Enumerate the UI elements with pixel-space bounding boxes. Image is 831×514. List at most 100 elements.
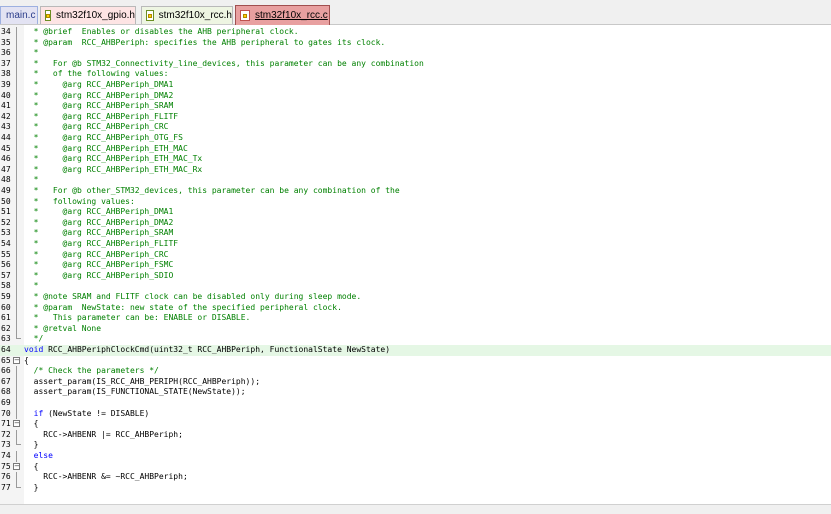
fold-guide-line [16, 101, 17, 112]
fold-guide-line [16, 217, 17, 229]
code-line[interactable]: 55 * @arg RCC_AHBPeriph_CRC [0, 249, 831, 261]
code-text: */ [24, 334, 44, 345]
code-line[interactable]: 50 * following values: [0, 196, 831, 208]
code-line[interactable]: 62 * @retval None [0, 323, 831, 335]
header-file-icon [146, 10, 154, 21]
code-text: if (NewState != DISABLE) [24, 408, 150, 420]
code-content: */ [24, 334, 44, 344]
code-line[interactable]: 43 * @arg RCC_AHBPeriph_CRC [0, 122, 831, 133]
line-number: 73 [1, 440, 11, 450]
code-line[interactable]: 75− { [0, 462, 831, 473]
line-number: 53 [1, 228, 11, 238]
code-text: assert_param(IS_RCC_AHB_PERIPH(RCC_AHBPe… [24, 377, 260, 388]
line-number: 70 [1, 408, 11, 418]
code-text: RCC->AHBENR |= RCC_AHBPeriph; [24, 430, 183, 441]
code-line[interactable]: 52 * @arg RCC_AHBPeriph_DMA2 [0, 217, 831, 229]
tab-main-c[interactable]: main.c [0, 6, 38, 24]
code-line[interactable]: 34 * @brief Enables or disables the AHB … [0, 27, 831, 38]
code-line[interactable]: 40 * @arg RCC_AHBPeriph_DMA2 [0, 90, 831, 102]
code-line[interactable]: 36 * [0, 48, 831, 59]
code-line[interactable]: 74 else [0, 451, 831, 462]
fold-guide-line [16, 313, 17, 324]
code-text: * @arg RCC_AHBPeriph_DMA1 [24, 80, 174, 91]
code-content: (NewState != DISABLE) [43, 408, 150, 418]
code-text: } [24, 440, 39, 451]
code-line[interactable]: 45 * @arg RCC_AHBPeriph_ETH_MAC [0, 143, 831, 155]
code-line[interactable]: 68 assert_param(IS_FUNCTIONAL_STATE(NewS… [0, 387, 831, 398]
fold-toggle-icon[interactable]: − [13, 420, 20, 428]
line-number: 61 [1, 313, 11, 323]
code-line[interactable]: 41 * @arg RCC_AHBPeriph_SRAM [0, 101, 831, 112]
code-line[interactable]: 70 if (NewState != DISABLE) [0, 408, 831, 420]
code-line[interactable]: 66 /* Check the parameters */ [0, 366, 831, 377]
code-line[interactable]: 61 * This parameter can be: ENABLE or DI… [0, 313, 831, 324]
code-line[interactable]: 48 * [0, 175, 831, 186]
code-content: { [24, 355, 29, 365]
line-number: 39 [1, 80, 11, 89]
code-content: * @arg RCC_AHBPeriph_FLITF [24, 111, 179, 121]
code-content: assert_param(IS_FUNCTIONAL_STATE(NewStat… [24, 387, 246, 397]
code-line[interactable]: 73 } [0, 440, 831, 451]
code-line[interactable]: 69 [0, 398, 831, 409]
code-line[interactable]: 47 * @arg RCC_AHBPeriph_ETH_MAC_Rx [0, 164, 831, 176]
code-line[interactable]: 42 * @arg RCC_AHBPeriph_FLITF [0, 111, 831, 123]
code-text: { [24, 462, 39, 473]
tab-stm32f10x-gpio-h[interactable]: stm32f10x_gpio.h [40, 6, 136, 24]
code-line[interactable]: 58 * [0, 281, 831, 292]
fold-guide-line [16, 366, 17, 377]
line-number: 59 [1, 292, 11, 301]
fold-guide-line [16, 408, 17, 420]
code-line[interactable]: 65−{ [0, 356, 831, 367]
code-content: * [24, 281, 39, 291]
code-line[interactable]: 56 * @arg RCC_AHBPeriph_FSMC [0, 260, 831, 271]
code-text: * @arg RCC_AHBPeriph_DMA2 [24, 90, 174, 102]
fold-guide-line [16, 122, 17, 133]
code-line[interactable]: 54 * @arg RCC_AHBPeriph_FLITF [0, 239, 831, 250]
code-line[interactable]: 60 * @param NewState: new state of the s… [0, 302, 831, 314]
fold-guide-line [16, 186, 17, 197]
fold-guide-line [16, 302, 17, 314]
code-line[interactable]: 77 } [0, 482, 831, 494]
code-text: * following values: [24, 197, 135, 208]
tab-stm32f10x-rcc-h[interactable]: stm32f10x_rcc.h [141, 6, 233, 24]
line-number: 56 [1, 260, 11, 270]
code-content: { [24, 419, 39, 429]
line-number: 62 [1, 323, 11, 333]
code-line[interactable]: 38 * of the following values: [0, 69, 831, 80]
code-line[interactable]: 39 * @arg RCC_AHBPeriph_DMA1 [0, 80, 831, 91]
code-line[interactable]: 72 RCC->AHBENR |= RCC_AHBPeriph; [0, 429, 831, 441]
fold-guide-line [16, 398, 17, 409]
code-editor[interactable]: 34 * @brief Enables or disables the AHB … [0, 25, 831, 514]
code-line[interactable]: 49 * For @b other_STM32_devices, this pa… [0, 186, 831, 197]
code-line[interactable]: 71− { [0, 419, 831, 430]
code-line[interactable]: 51 * @arg RCC_AHBPeriph_DMA1 [0, 207, 831, 218]
code-text: { [24, 356, 29, 367]
code-text: * @arg RCC_AHBPeriph_ETH_MAC [24, 144, 188, 155]
code-line[interactable]: 35 * @param RCC_AHBPeriph: specifies the… [0, 37, 831, 49]
code-line[interactable]: 63 */ [0, 334, 831, 345]
code-line[interactable]: 53 * @arg RCC_AHBPeriph_SRAM [0, 228, 831, 239]
code-line[interactable]: 44 * @arg RCC_AHBPeriph_OTG_FS [0, 133, 831, 144]
code-line[interactable]: 59 * @note SRAM and FLITF clock can be d… [0, 292, 831, 303]
fold-guide-line [16, 80, 17, 91]
code-line[interactable]: 64 void RCC_AHBPeriphClockCmd(uint32_t RC… [0, 345, 831, 356]
code-content: * @arg RCC_AHBPeriph_FLITF [24, 239, 179, 248]
code-text: * @arg RCC_AHBPeriph_FSMC [24, 260, 174, 271]
horizontal-scrollbar[interactable] [0, 504, 831, 514]
fold-guide-line [16, 164, 17, 176]
code-content: * @arg RCC_AHBPeriph_ETH_MAC_Rx [24, 164, 203, 174]
code-content: * @arg RCC_AHBPeriph_DMA2 [24, 90, 174, 100]
code-line[interactable]: 37 * For @b STM32_Connectivity_line_devi… [0, 58, 831, 70]
fold-toggle-icon[interactable]: − [13, 356, 20, 364]
code-content: * @arg RCC_AHBPeriph_SDIO [24, 270, 174, 280]
code-content: } [24, 440, 39, 450]
fold-toggle-icon[interactable]: − [13, 462, 20, 470]
line-number: 44 [1, 133, 11, 142]
code-line[interactable]: 67 assert_param(IS_RCC_AHB_PERIPH(RCC_AH… [0, 376, 831, 388]
code-line[interactable]: 46 * @arg RCC_AHBPeriph_ETH_MAC_Tx [0, 154, 831, 165]
code-line[interactable]: 76 RCC->AHBENR &= ~RCC_AHBPeriph; [0, 472, 831, 483]
tab-stm32f10x-rcc-c[interactable]: stm32f10x_rcc.c [235, 5, 330, 25]
line-number: 36 [1, 48, 11, 58]
code-line[interactable]: 57 * @arg RCC_AHBPeriph_SDIO [0, 270, 831, 282]
code-content: * @arg RCC_AHBPeriph_CRC [24, 249, 169, 259]
